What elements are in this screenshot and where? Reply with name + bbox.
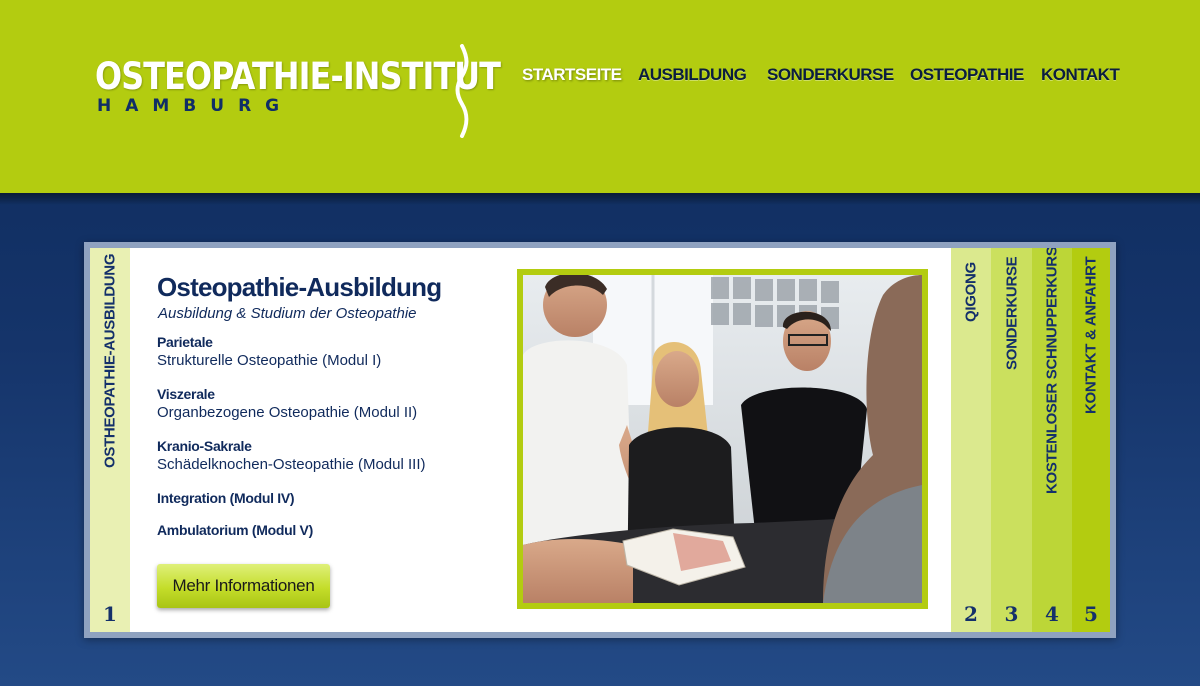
tab-number: 2 — [964, 602, 978, 626]
nav-kontakt[interactable]: KONTAKT — [1041, 65, 1120, 85]
slider-inner: OSTHEOPATHIE-AUSBILDUNG 1 Osteopathie-Au… — [90, 248, 1110, 632]
slider-panel: OSTHEOPATHIE-AUSBILDUNG 1 Osteopathie-Au… — [84, 242, 1116, 638]
tab-label: QIGONG — [962, 262, 980, 322]
module-item: Ambulatorium (Modul V) — [157, 522, 313, 539]
logo-subtitle[interactable]: HAMBURG — [97, 96, 293, 116]
module-name: Ambulatorium (Modul V) — [157, 522, 313, 538]
module-item: Parietale Strukturelle Osteopathie (Modu… — [157, 334, 381, 370]
module-description: Organbezogene Osteopathie (Modul II) — [157, 404, 418, 421]
photo-frame — [517, 269, 928, 609]
tab-label: KONTAKT & ANFAHRT — [1082, 256, 1100, 414]
class-photo — [523, 275, 922, 603]
nav-startseite[interactable]: STARTSEITE — [522, 65, 622, 85]
site-header: OSTEOPATHIE-INSTITUT HAMBURG STARTSEITE … — [0, 0, 1200, 193]
module-name: Parietale — [157, 334, 213, 350]
tab-ostheopathie-ausbildung[interactable]: OSTHEOPATHIE-AUSBILDUNG 1 — [90, 248, 130, 632]
tab-kostenloser-schnupperkurs[interactable]: KOSTENLOSER SCHNUPPERKURS 4 — [1032, 248, 1072, 632]
module-name: Kranio-Sakrale — [157, 438, 252, 454]
module-item: Kranio-Sakrale Schädelknochen-Osteopathi… — [157, 438, 425, 474]
more-info-button[interactable]: Mehr Informationen — [157, 564, 330, 608]
module-description: Schädelknochen-Osteopathie (Modul III) — [157, 456, 426, 473]
tab-number: 1 — [103, 602, 117, 626]
tab-number: 4 — [1045, 602, 1059, 626]
logo-title[interactable]: OSTEOPATHIE-INSTITUT — [95, 55, 501, 98]
module-item: Integration (Modul IV) — [157, 490, 295, 507]
tab-qigong[interactable]: QIGONG 2 — [951, 248, 991, 632]
tab-sonderkurse[interactable]: SONDERKURSE 3 — [991, 248, 1032, 632]
nav-osteopathie[interactable]: OSTEOPATHIE — [910, 65, 1024, 85]
tab-label: KOSTENLOSER SCHNUPPERKURS — [1043, 248, 1061, 494]
module-item: Viszerale Organbezogene Osteopathie (Mod… — [157, 386, 417, 422]
module-name: Viszerale — [157, 386, 215, 402]
header-shadow — [0, 193, 1200, 205]
tab-label: SONDERKURSE — [1003, 256, 1020, 370]
tab-number: 3 — [1004, 602, 1019, 626]
content-title: Osteopathie-Ausbildung — [157, 272, 442, 302]
nav-sonderkurse[interactable]: SONDERKURSE — [767, 65, 894, 85]
content-subtitle: Ausbildung & Studium der Osteopathie — [158, 305, 417, 322]
tab-kontakt-anfahrt[interactable]: KONTAKT & ANFAHRT 5 — [1072, 248, 1110, 632]
module-description: Strukturelle Osteopathie (Modul I) — [157, 352, 382, 369]
module-name: Integration (Modul IV) — [157, 490, 295, 506]
tab-number: 5 — [1084, 602, 1098, 626]
tab-label: OSTHEOPATHIE-AUSBILDUNG — [101, 253, 119, 468]
spine-logo-icon — [455, 44, 469, 138]
nav-ausbildung[interactable]: AUSBILDUNG — [638, 65, 747, 85]
